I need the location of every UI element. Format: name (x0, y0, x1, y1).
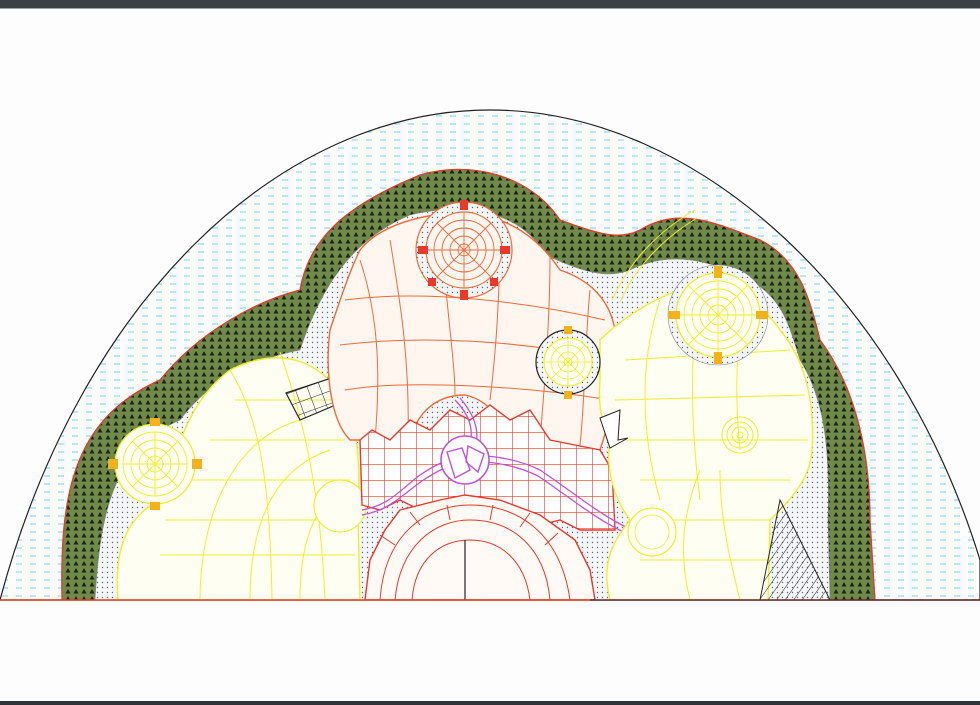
viewport-bottom-bar (0, 701, 980, 705)
north-pavilion[interactable] (415, 200, 513, 300)
site-plan-drawing[interactable] (0, 0, 980, 705)
central-sculpture[interactable] (440, 435, 490, 485)
east-pavilion[interactable] (667, 264, 769, 366)
